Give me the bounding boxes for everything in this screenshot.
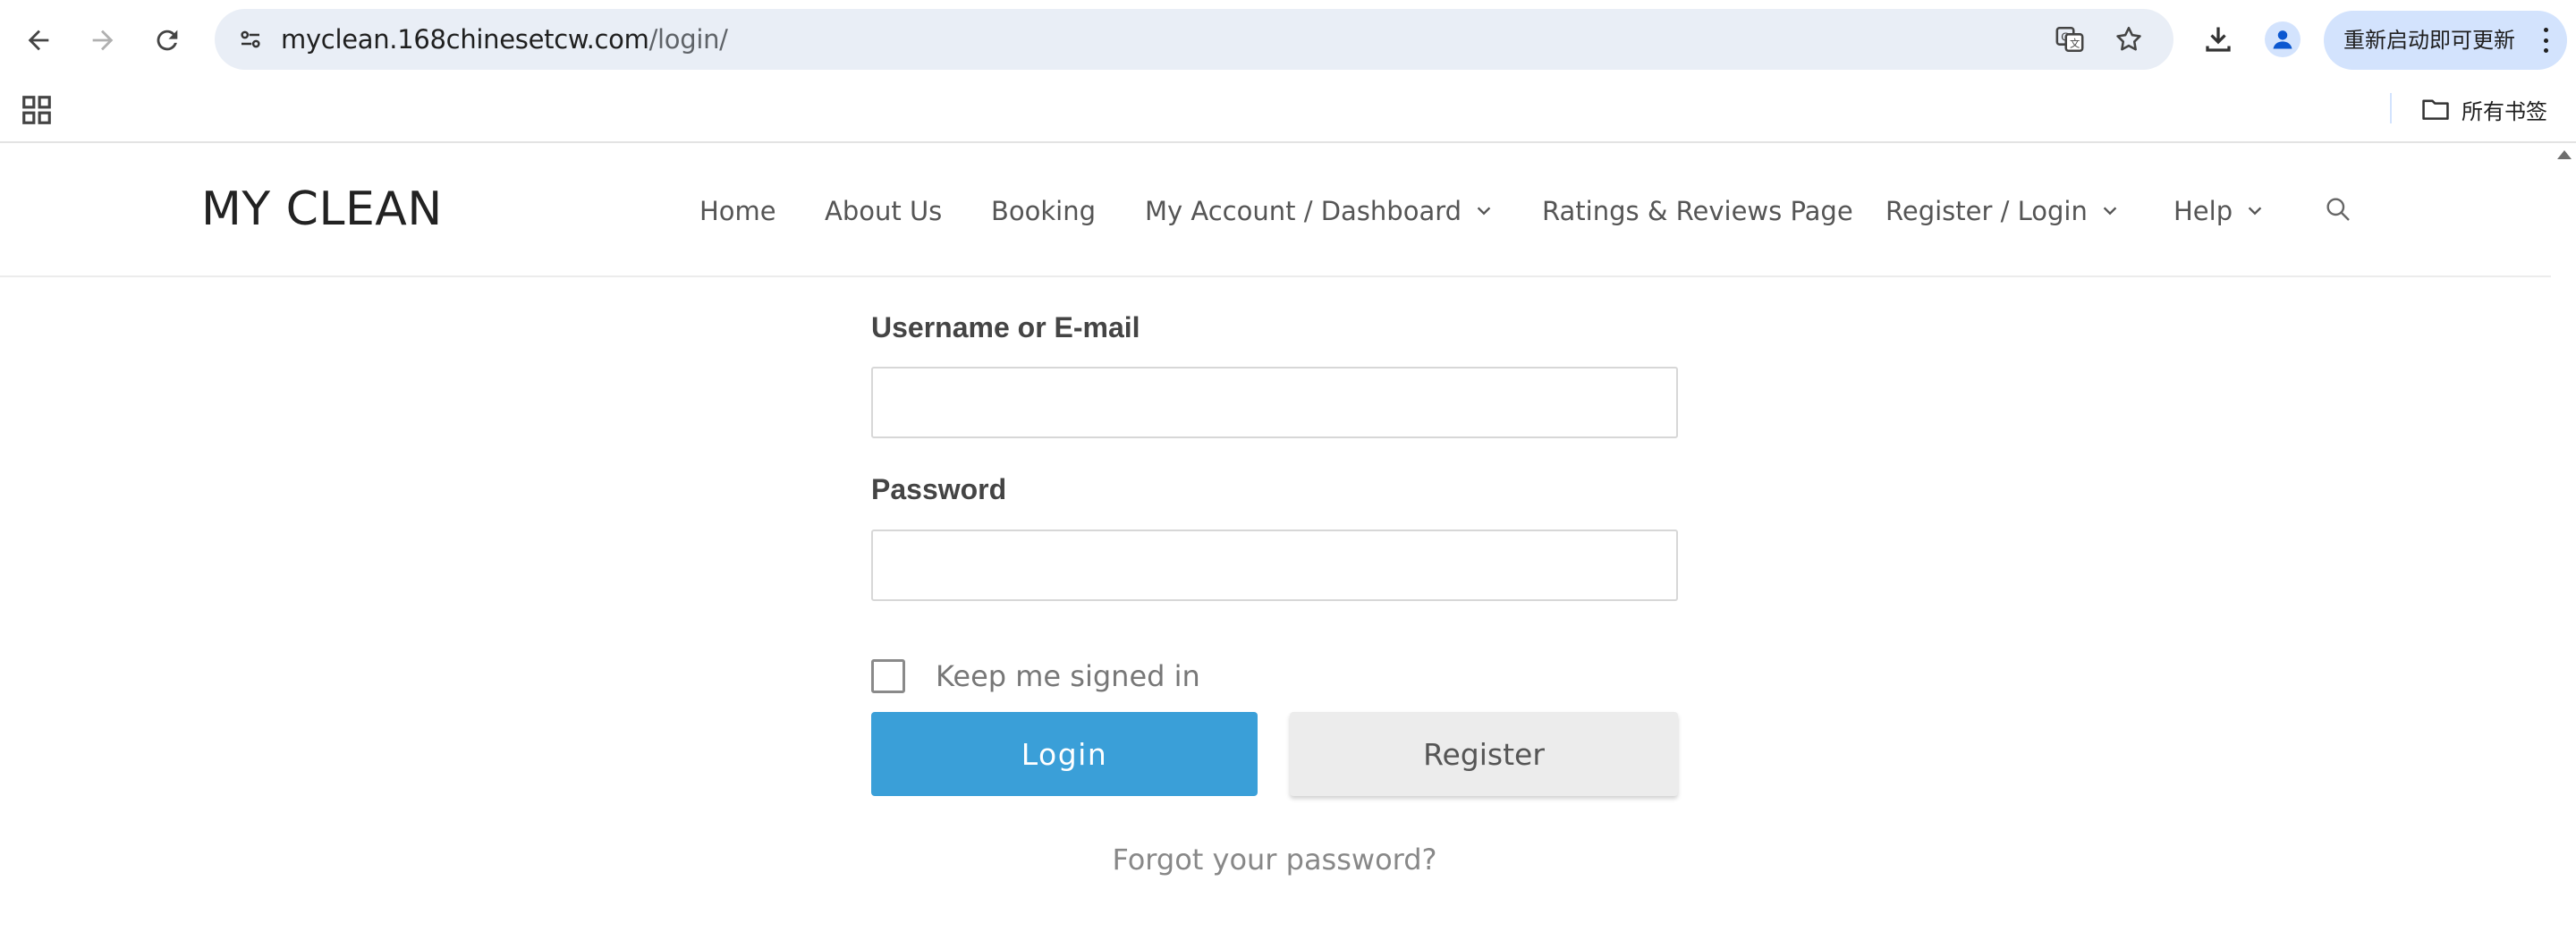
nav-register-login[interactable]: Register / Login	[1885, 145, 2120, 277]
profile-button[interactable]	[2265, 21, 2301, 57]
translate-icon: G 文	[2055, 26, 2084, 53]
register-button[interactable]: Register	[1290, 712, 1678, 796]
site-info-button[interactable]	[231, 20, 270, 59]
back-arrow-icon	[28, 30, 49, 51]
translate-button[interactable]: G 文	[2052, 21, 2088, 57]
url-host: myclean.168chinesetcw.com	[281, 24, 649, 55]
nav-register-login-label: Register / Login	[1885, 196, 2088, 226]
address-bar[interactable]: myclean.168chinesetcw.com/login/ G 文	[215, 9, 2174, 70]
bookmarks-separator	[2390, 93, 2392, 123]
folder-icon	[2422, 99, 2449, 120]
web-page: MY CLEAN Home About Us Booking My Accoun…	[0, 145, 2551, 932]
apps-grid-icon[interactable]	[20, 93, 54, 127]
username-label: Username or E-mail	[871, 311, 1140, 343]
remember-me-label[interactable]: Keep me signed in	[936, 659, 1200, 693]
more-vert-icon[interactable]	[2537, 24, 2555, 56]
bookmark-star-button[interactable]	[2111, 21, 2147, 57]
login-button[interactable]: Login	[871, 712, 1258, 796]
browser-toolbar: myclean.168chinesetcw.com/login/ G 文 重新启…	[0, 0, 2576, 80]
forward-button[interactable]	[79, 16, 127, 64]
svg-text:文: 文	[2070, 38, 2080, 50]
reload-button[interactable]	[143, 16, 191, 64]
site-info-icon	[241, 30, 260, 48]
password-input[interactable]	[871, 530, 1678, 601]
nav-home-label: Home	[699, 196, 776, 226]
login-form: Username or E-mail Password Keep me sign…	[871, 145, 1680, 932]
scroll-up-arrow-icon[interactable]	[2557, 150, 2572, 159]
nav-help[interactable]: Help	[2174, 145, 2265, 277]
profile-icon	[2273, 30, 2292, 49]
username-input[interactable]	[871, 367, 1678, 438]
search-icon[interactable]	[2324, 195, 2352, 224]
url-path: /login/	[648, 24, 728, 55]
reload-icon	[157, 30, 178, 51]
bookmarks-bar: 所有书签	[0, 80, 2576, 143]
update-chrome-button[interactable]: 重新启动即可更新	[2324, 11, 2567, 70]
back-button[interactable]	[14, 16, 63, 64]
download-icon	[2206, 27, 2231, 52]
downloads-button[interactable]	[2197, 18, 2240, 61]
all-bookmarks-label: 所有书签	[2462, 98, 2547, 124]
nav-help-label: Help	[2174, 196, 2233, 226]
chevron-down-icon	[2103, 207, 2117, 216]
forgot-password-link[interactable]: Forgot your password?	[871, 843, 1678, 877]
scrollbar[interactable]	[2551, 145, 2576, 932]
all-bookmarks-button[interactable]: 所有书签	[2420, 89, 2547, 129]
forward-arrow-icon	[92, 30, 114, 51]
star-icon	[2116, 26, 2141, 51]
nav-home[interactable]: Home	[699, 145, 776, 277]
update-button-label: 重新启动即可更新	[2343, 28, 2515, 53]
url-text[interactable]: myclean.168chinesetcw.com/login/	[281, 9, 728, 70]
remember-me-row: Keep me signed in	[871, 658, 1200, 694]
password-label: Password	[871, 473, 1007, 505]
chevron-down-icon	[2248, 207, 2262, 216]
remember-me-checkbox[interactable]	[871, 659, 905, 693]
